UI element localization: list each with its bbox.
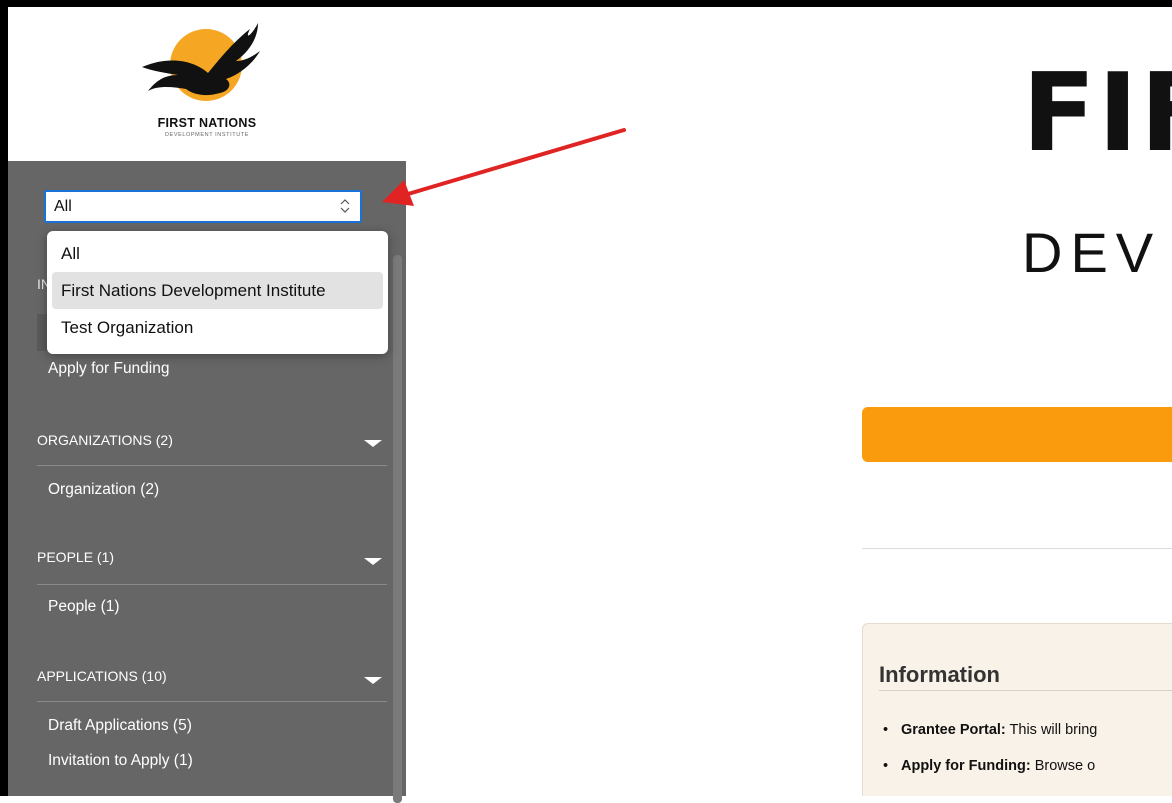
info-bullet-label: Apply for Funding: [901,758,1031,774]
divider [37,584,387,585]
select-updown-icon [340,199,350,213]
sidebar-scrollbar[interactable] [393,255,402,803]
divider [879,690,1172,691]
organization-select-value: All [54,198,72,215]
organization-select[interactable]: All [44,190,362,223]
info-bullet: • Grantee Portal: This will bring [883,722,1098,738]
window-frame-top [0,0,1172,7]
info-bullet-label: Grantee Portal: [901,722,1006,738]
sidebar-item-apply-for-funding[interactable]: Apply for Funding [48,360,170,378]
info-bullet-text: This will bring [1005,722,1098,738]
page-subheadline: DEV [1022,221,1162,284]
dropdown-option-test-organization[interactable]: Test Organization [52,309,383,346]
info-bullet: • Apply for Funding: Browse o [883,758,1096,774]
sidebar-item-invitation-to-apply[interactable]: Invitation to Apply (1) [48,752,193,770]
sidebar: FIRST NATIONS DEVELOPMENT INSTITUTE IN A… [8,7,406,803]
collapse-caret-icon[interactable] [364,440,382,447]
dropdown-option-all[interactable]: All [52,235,383,272]
divider [37,465,387,466]
collapse-caret-icon[interactable] [364,558,382,565]
section-people[interactable]: PEOPLE (1) [37,549,114,565]
sidebar-item-people[interactable]: People (1) [48,598,120,616]
section-applications[interactable]: APPLICATIONS (10) [37,668,167,684]
logo[interactable]: FIRST NATIONS DEVELOPMENT INSTITUTE [8,7,406,161]
logo-title: FIRST NATIONS [157,116,257,130]
logo-subtitle: DEVELOPMENT INSTITUTE [164,132,249,138]
section-organizations[interactable]: ORGANIZATIONS (2) [37,432,173,448]
sidebar-item-organization[interactable]: Organization (2) [48,481,159,499]
organization-dropdown: All First Nations Development Institute … [47,231,388,354]
dropdown-option-first-nations[interactable]: First Nations Development Institute [52,272,383,309]
eagle-icon [142,23,260,96]
info-bullet-text: Browse o [1030,758,1096,774]
information-panel: Information • Grantee Portal: This will b… [862,623,1172,796]
orange-banner-button[interactable] [862,407,1172,462]
page-headline: FIF [1022,51,1172,176]
divider [862,548,1172,549]
information-title: Information [879,662,1000,687]
annotation-arrow-icon [382,128,626,206]
window-frame-left [0,0,8,796]
collapse-caret-icon[interactable] [364,677,382,684]
sidebar-item-draft-applications[interactable]: Draft Applications (5) [48,717,192,735]
divider [37,701,387,702]
